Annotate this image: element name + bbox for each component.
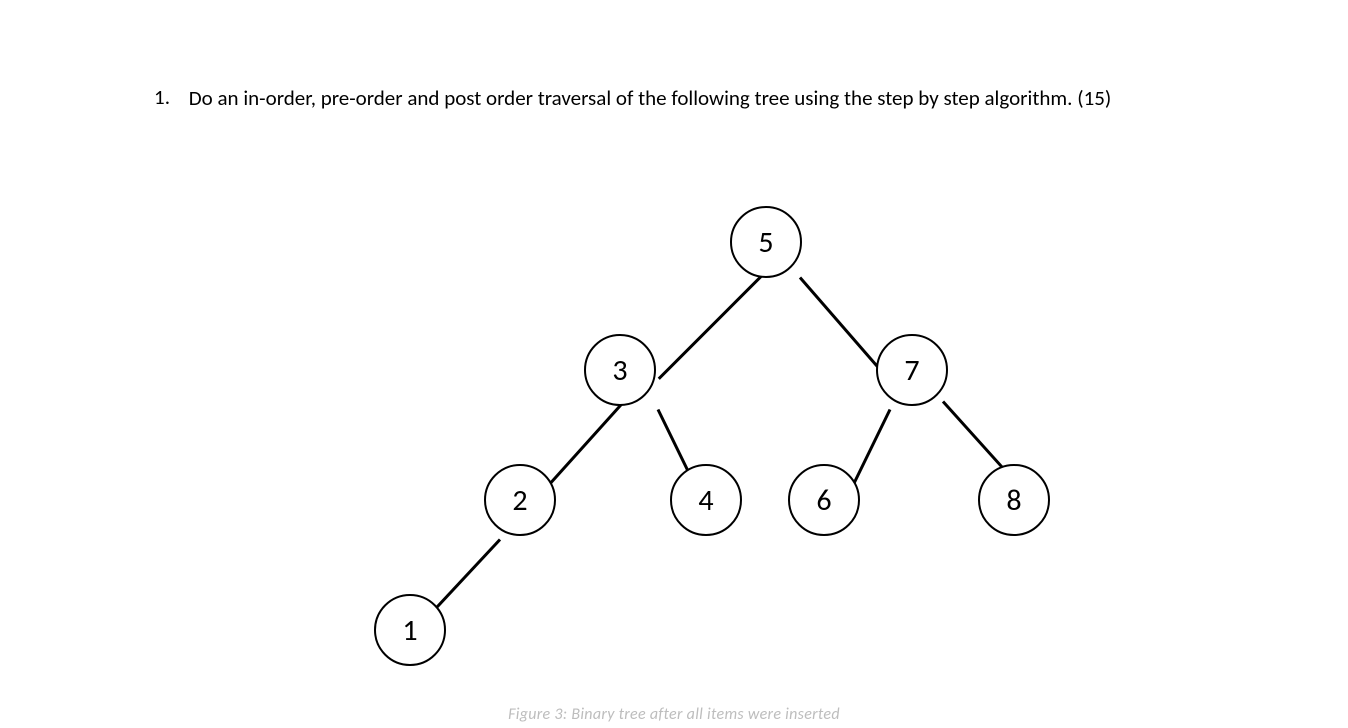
tree-node-2: 2 [484, 464, 556, 536]
tree-node-label: 7 [904, 352, 919, 389]
tree-node-4: 4 [670, 464, 742, 536]
figure-caption: Figure 3: Binary tree after all items we… [0, 705, 1348, 724]
tree-node-label: 3 [612, 352, 627, 389]
tree-node-3: 3 [584, 334, 656, 406]
tree-diagram: 5 3 7 2 4 6 8 1 [0, 190, 1348, 710]
tree-node-label: 4 [698, 482, 713, 519]
tree-node-6: 6 [788, 464, 860, 536]
question-number: 1. [130, 84, 170, 110]
tree-node-label: 8 [1006, 482, 1021, 519]
tree-node-label: 2 [512, 482, 527, 519]
tree-node-8: 8 [978, 464, 1050, 536]
question-block: 1. Do an in-order, pre-order and post or… [130, 84, 1218, 113]
tree-node-label: 1 [402, 612, 417, 649]
question-text: Do an in-order, pre-order and post order… [189, 84, 1111, 113]
edge-5-3 [658, 262, 775, 379]
tree-node-5: 5 [730, 206, 802, 278]
tree-node-label: 5 [758, 224, 773, 261]
tree-node-7: 7 [876, 334, 948, 406]
tree-node-label: 6 [816, 482, 831, 519]
tree-node-1: 1 [374, 594, 446, 666]
